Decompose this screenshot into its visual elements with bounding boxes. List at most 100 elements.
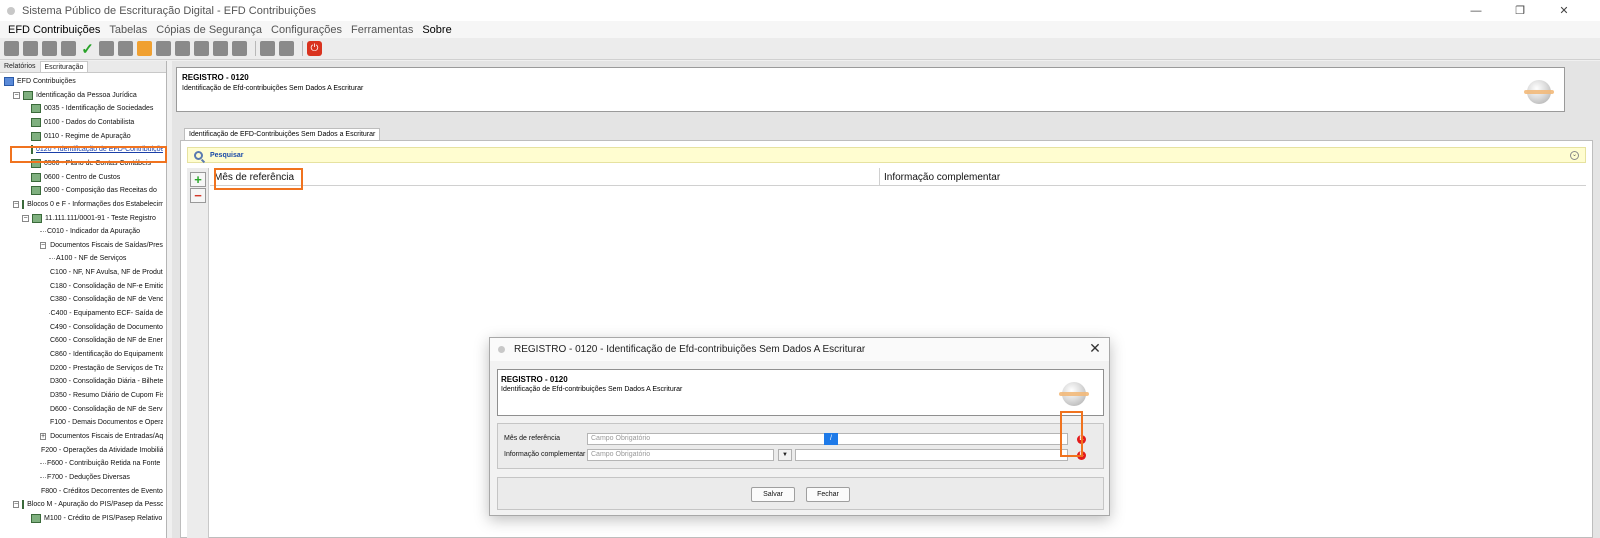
tree-item[interactable]: − 11.111.111/0001-91 - Teste Registro <box>22 212 163 225</box>
tree-item[interactable]: D350 - Resumo Diário de Cupom Fiscal <box>49 389 163 402</box>
tree-item-label: 0035 - Identificação de Sociedades <box>44 105 154 113</box>
tree-connector <box>49 258 55 260</box>
open-folder-icon[interactable] <box>42 41 57 56</box>
tree-item[interactable]: F200 - Operações da Atividade Imobiliári… <box>40 444 163 457</box>
collapse-tree-icon[interactable]: − <box>13 91 20 99</box>
tree-item[interactable]: −Documentos Fiscais de Saídas/Prestações <box>40 239 163 252</box>
tree-item-label: EFD Contribuições <box>17 78 76 85</box>
tree-item[interactable]: C180 - Consolidação de NF-e Emitidas <box>49 280 163 293</box>
receipt-icon[interactable] <box>232 41 247 56</box>
tree-item[interactable]: 0600 - Centro de Custos <box>31 171 163 184</box>
remove-record-button[interactable]: − <box>190 188 206 203</box>
chevron-down-icon[interactable]: ▼ <box>778 449 792 461</box>
tree-item[interactable]: D200 - Prestação de Serviços de Transpor… <box>49 362 163 375</box>
tree-item[interactable]: 0100 - Dados do Contabilista <box>31 116 163 129</box>
expand-icon[interactable]: + <box>40 432 47 440</box>
tree-item-label: F800 - Créditos Decorrentes de Eventos <box>41 487 163 495</box>
tree-item[interactable]: D600 - Consolidação de NF de Serviços <box>49 403 163 416</box>
window-titlebar: Sistema Público de Escrituração Digital … <box>0 0 1600 21</box>
tree-item[interactable]: − Blocos 0 e F - Informações dos Estabele… <box>13 198 163 211</box>
tree-item[interactable]: A100 - NF de Serviços <box>49 252 163 265</box>
tree-item[interactable]: 0110 - Regime de Apuração <box>31 130 163 143</box>
informacao-complementar-detail[interactable] <box>795 449 1068 461</box>
copy-icon[interactable] <box>99 41 114 56</box>
tree-item[interactable]: C600 - Consolidação de NF de Energia <box>49 334 163 347</box>
menu-ferramentas[interactable]: Ferramentas <box>351 24 413 36</box>
collapse-tree-icon[interactable]: − <box>13 501 20 509</box>
tree-item-label: C600 - Consolidação de NF de Energia <box>50 337 163 345</box>
search-bar[interactable]: Pesquisar ⌄ <box>187 147 1586 163</box>
column-mes-referencia[interactable]: Mês de referência <box>210 168 880 186</box>
sped-logo-icon <box>1059 382 1089 406</box>
tree-item[interactable]: C860 - Identificação do Equipamento <box>49 348 163 361</box>
save-button[interactable]: Salvar <box>751 487 795 502</box>
search-icon <box>194 150 203 160</box>
tab-relatorios[interactable]: Relatórios <box>0 61 40 72</box>
tree-item[interactable]: F100 - Demais Documentos e Operações <box>49 416 163 429</box>
tree-item[interactable]: C010 - Indicador da Apuração <box>40 225 163 238</box>
tree-item[interactable]: D300 - Consolidação Diária - Bilhetes <box>49 375 163 388</box>
menu-sobre[interactable]: Sobre <box>422 24 451 36</box>
dialog-register-description: Identificação de Efd-contribuições Sem D… <box>501 386 683 393</box>
power-exit-icon[interactable]: ⏻ <box>307 41 322 56</box>
tools-icon[interactable] <box>61 41 76 56</box>
tree-item-label: F200 - Operações da Atividade Imobiliári… <box>41 446 163 454</box>
tree-item[interactable]: M100 - Crédito de PIS/Pasep Relativo <box>31 512 163 525</box>
tree-item[interactable]: EFD Contribuições <box>4 75 163 88</box>
tree-item[interactable]: 0035 - Identificação de Sociedades <box>31 102 163 115</box>
tree-item-label: A100 - NF de Serviços <box>56 255 127 263</box>
tree-item-label: Identificação da Pessoa Jurídica <box>36 91 137 99</box>
search-label: Pesquisar <box>210 151 244 159</box>
import-icon[interactable] <box>23 41 38 56</box>
sign-icon[interactable] <box>194 41 209 56</box>
collapse-tree-icon[interactable]: − <box>13 200 20 208</box>
add-record-button[interactable]: + <box>190 172 206 187</box>
highlight-error-icons <box>1060 411 1083 457</box>
tab-escrituracao[interactable]: Escrituração <box>39 61 89 72</box>
tree-item[interactable]: F600 - Contribuição Retida na Fonte <box>40 457 163 470</box>
tree-item[interactable]: C100 - NF, NF Avulsa, NF de Produtor <box>49 266 163 279</box>
delete-icon[interactable] <box>137 41 152 56</box>
minimize-button[interactable]: — <box>1456 0 1496 21</box>
print-icon[interactable] <box>118 41 133 56</box>
tree-item[interactable]: F800 - Créditos Decorrentes de Eventos <box>40 485 163 498</box>
menu-efd-contribuicoes[interactable]: EFD Contribuições <box>8 24 100 36</box>
dialog-close-icon[interactable]: ✕ <box>1087 340 1103 358</box>
tab-identificacao-efd[interactable]: Identificação de EFD-Contribuições Sem D… <box>184 128 381 140</box>
register-icon <box>31 104 41 114</box>
new-file-icon[interactable] <box>4 41 19 56</box>
close-window-button[interactable]: ✕ <box>1544 0 1584 21</box>
dialog-form: Mês de referência Campo Obrigatório / In… <box>497 423 1104 469</box>
validate-check-icon[interactable]: ✓ <box>80 41 95 58</box>
menu-configuracoes[interactable]: Configurações <box>271 24 342 36</box>
save-as-icon[interactable] <box>279 41 294 56</box>
tree-item[interactable]: − Bloco M - Apuração do PIS/Pasep da Pess… <box>13 498 163 511</box>
dialog-register-code: REGISTRO - 0120 <box>501 375 568 384</box>
tree-item[interactable]: +Documentos Fiscais de Entradas/Aquisiçõ… <box>40 430 163 443</box>
column-informacao-complementar[interactable]: Informação complementar <box>880 168 1586 186</box>
save-icon[interactable] <box>260 41 275 56</box>
report-icon[interactable] <box>156 41 171 56</box>
tree-item[interactable]: F700 - Deduções Diversas <box>40 471 163 484</box>
collapse-icon[interactable]: ⌄ <box>1570 151 1579 160</box>
informacao-complementar-input[interactable]: Campo Obrigatório <box>587 449 774 461</box>
tree-item-label: Blocos 0 e F - Informações dos Estabelec… <box>27 200 163 208</box>
collapse-tree-icon[interactable]: − <box>22 214 29 222</box>
register-icon <box>31 131 41 141</box>
tree-item[interactable]: C380 - Consolidação de NF de Venda <box>49 293 163 306</box>
tree-item[interactable]: C400 - Equipamento ECF- Saída de <box>49 307 163 320</box>
collapse-tree-icon[interactable]: − <box>40 241 47 249</box>
edit-icon[interactable] <box>175 41 190 56</box>
register-icon <box>22 500 25 510</box>
menu-tabelas[interactable]: Tabelas <box>109 24 147 36</box>
tree-item-label: D600 - Consolidação de NF de Serviços <box>50 405 163 413</box>
transmit-icon[interactable] <box>213 41 228 56</box>
field-label-informacao-complementar: Informação complementar <box>504 451 586 458</box>
tree-item[interactable]: 0900 - Composição das Receitas do <box>31 184 163 197</box>
close-button[interactable]: Fechar <box>806 487 850 502</box>
dialog-button-bar: Salvar Fechar <box>497 477 1104 510</box>
tree-item[interactable]: − Identificação da Pessoa Jurídica <box>13 89 163 102</box>
menu-copias-seguranca[interactable]: Cópias de Segurança <box>156 24 262 36</box>
maximize-button[interactable]: ❐ <box>1500 0 1540 21</box>
tree-item[interactable]: C490 - Consolidação de Documentos <box>49 321 163 334</box>
